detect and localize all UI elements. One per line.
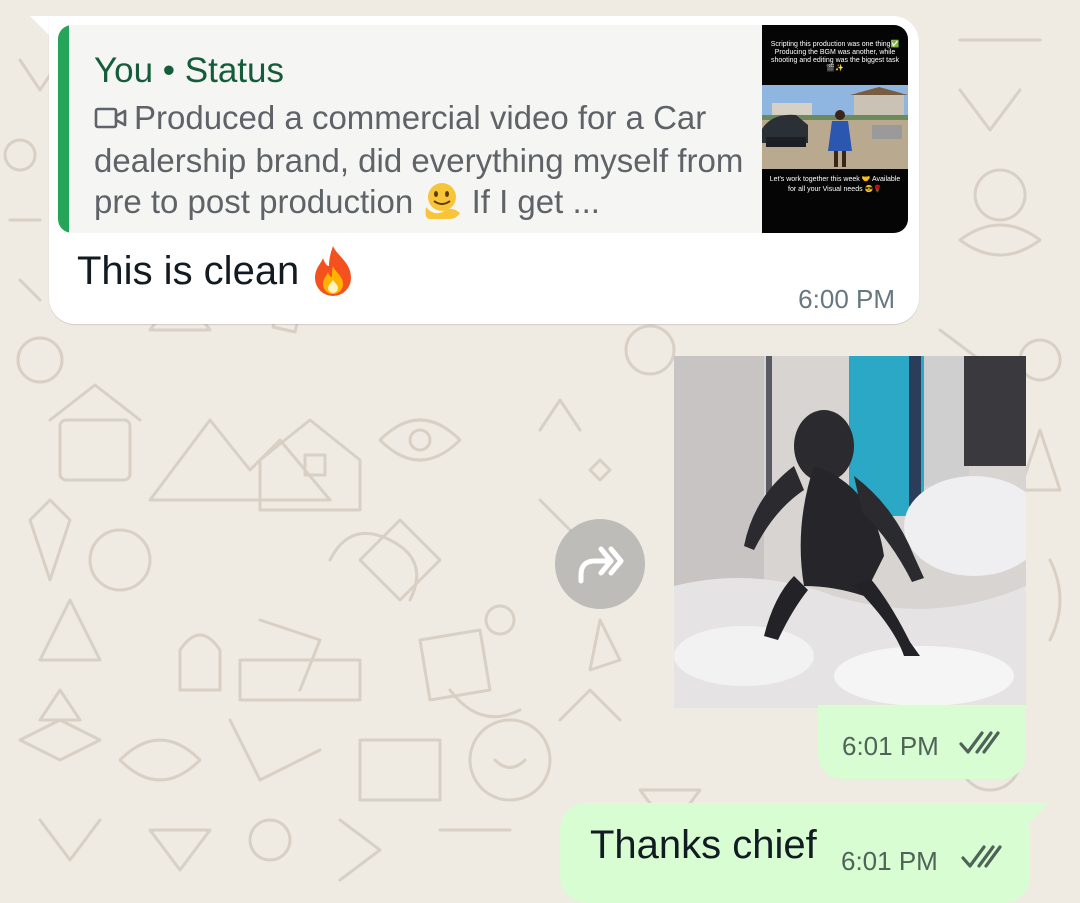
incoming-bubble-tail	[30, 16, 50, 36]
forward-icon	[578, 546, 624, 584]
quote-author: You • Status	[94, 51, 284, 90]
incoming-message-bubble[interactable]: You • Status Produced a commercial video…	[49, 16, 919, 324]
gif-preview-image	[674, 356, 1026, 708]
double-check-icon	[958, 729, 1002, 762]
thumbnail-bottom-caption: Let's work together this week 🤝 Availabl…	[769, 176, 901, 193]
outgoing-timestamp: 6:01 PM	[841, 846, 938, 876]
quote-text-body: Produced a commercial video for a Car de…	[94, 99, 744, 220]
outgoing-message-text: Thanks chief	[590, 823, 817, 867]
outgoing-message-bubble[interactable]: Thanks chief 6:01 PM	[560, 803, 1030, 903]
quoted-status-reply[interactable]: You • Status Produced a commercial video…	[58, 25, 908, 233]
message-body: This is clean	[77, 249, 300, 293]
thumbnail-top-caption: Scripting this production was one thing✅…	[770, 41, 900, 72]
video-camera-icon	[94, 99, 128, 140]
quote-accent-bar	[58, 25, 69, 233]
outgoing-image-message[interactable]	[674, 356, 1026, 708]
double-check-icon	[960, 843, 1004, 876]
incoming-message-text: This is clean	[77, 244, 356, 300]
outgoing-bubble-tail	[1029, 803, 1049, 823]
forward-button[interactable]	[555, 519, 645, 609]
quote-text: Produced a commercial video for a Car de…	[94, 97, 744, 228]
thumbnail-photo	[762, 85, 908, 169]
outgoing-image-timestamp: 6:01 PM	[842, 731, 939, 761]
status-thumbnail[interactable]: Scripting this production was one thing✅…	[762, 25, 908, 233]
outgoing-image-meta: 6:01 PM	[818, 705, 1026, 779]
fire-emoji-icon	[310, 244, 356, 300]
quote-text-end: If I get ...	[471, 183, 600, 220]
incoming-timestamp: 6:00 PM	[798, 284, 895, 314]
melting-face-emoji-icon	[422, 181, 462, 228]
